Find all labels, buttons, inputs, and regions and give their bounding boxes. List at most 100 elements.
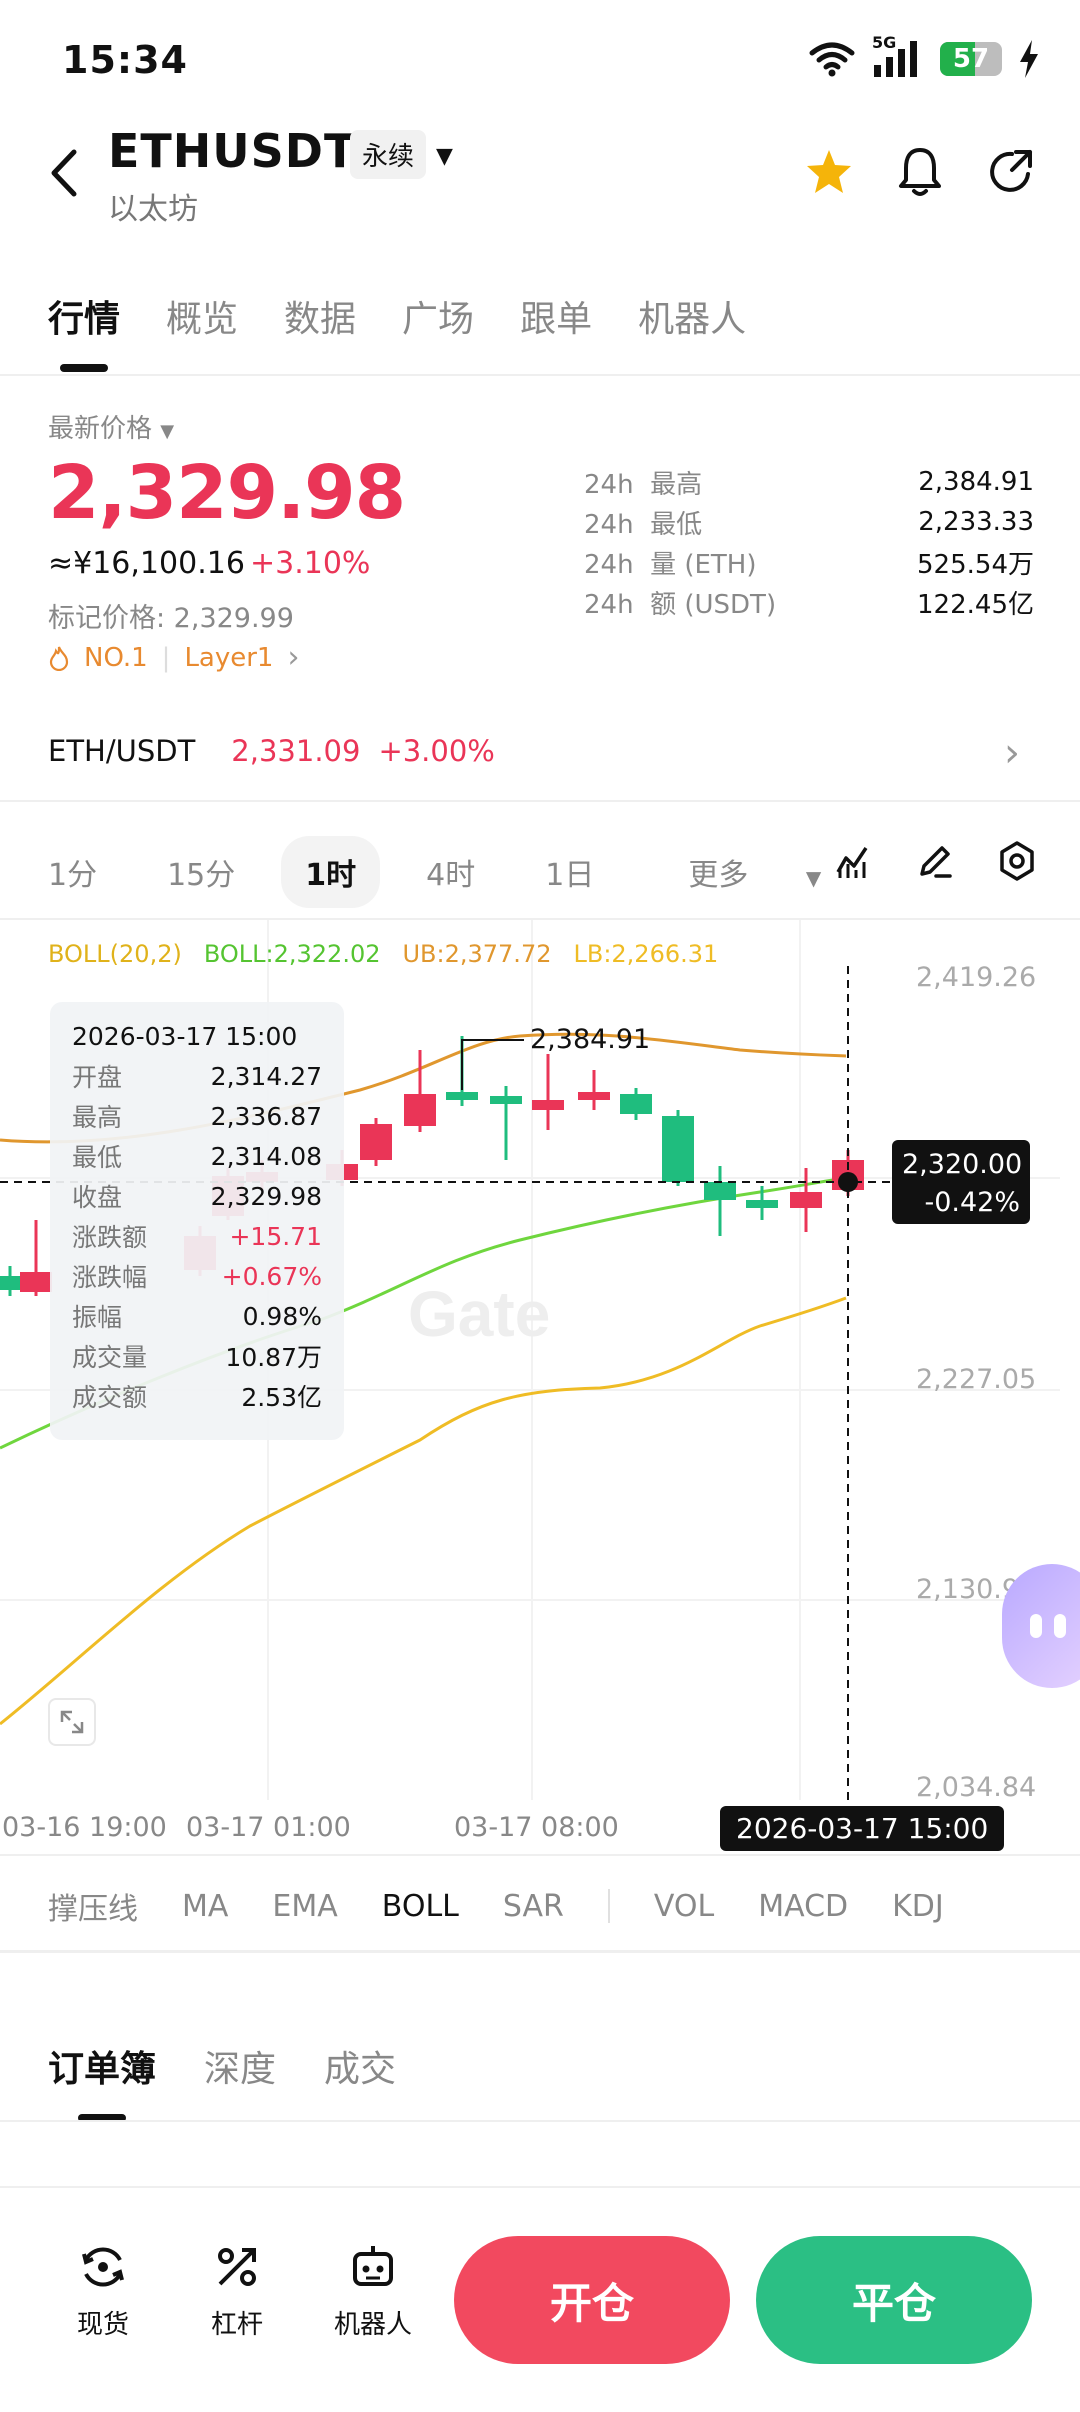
divider: [0, 800, 1080, 802]
x-tick: 03-17 08:00: [454, 1812, 619, 1843]
indicator-boll[interactable]: BOLL: [382, 1889, 459, 1924]
indicator-sar[interactable]: SAR: [503, 1889, 564, 1924]
tooltip-label: 收盘: [72, 1183, 123, 1212]
stat-label: 量 (ETH): [650, 549, 757, 580]
tooltip-row: 成交量 10.87万: [72, 1336, 322, 1376]
tooltip-label: 开盘: [72, 1063, 123, 1092]
tooltip-row: 开盘 2,314.27: [72, 1056, 322, 1096]
candle-body: [578, 1092, 610, 1100]
bot-eye: [1054, 1614, 1066, 1638]
stat-high: 24h 最高 2,384.91: [584, 462, 1034, 502]
tab-overview[interactable]: 概览: [166, 290, 238, 342]
settings-icon[interactable]: [996, 840, 1038, 882]
interval-15m[interactable]: 15分: [143, 836, 259, 908]
stat-label: 最低: [650, 509, 703, 540]
bot-eye: [1030, 1614, 1042, 1638]
close-position-button[interactable]: 平仓: [756, 2236, 1032, 2364]
nav-leverage[interactable]: 杠杆: [182, 2240, 292, 2341]
candle-body: [704, 1182, 736, 1200]
tab-copy-trade[interactable]: 跟单: [520, 290, 592, 342]
tab-bot[interactable]: 机器人: [638, 290, 746, 342]
status-time: 15:34: [62, 38, 188, 82]
y-tick: 2,227.05: [916, 1364, 1037, 1395]
candle-body: [360, 1124, 392, 1160]
tooltip-value: 2,314.27: [210, 1061, 322, 1091]
interval-4h[interactable]: 4时: [402, 836, 499, 908]
back-arrow-icon[interactable]: [46, 148, 86, 198]
stat-label: 最高: [650, 469, 703, 500]
orderbook-tabs: 订单簿 深度 成交: [48, 2040, 396, 2092]
interval-1h[interactable]: 1时: [281, 836, 381, 908]
nav-label: 现货: [76, 2310, 129, 2340]
indicator-kdj[interactable]: KDJ: [892, 1889, 944, 1924]
tab-square[interactable]: 广场: [402, 290, 474, 342]
interval-1m[interactable]: 1分: [24, 836, 121, 908]
tooltip-row: 振幅 0.98%: [72, 1296, 322, 1336]
indicator-vol[interactable]: VOL: [654, 1889, 714, 1924]
indicator-ma[interactable]: MA: [182, 1889, 228, 1924]
chevron-down-icon[interactable]: ▼: [436, 144, 453, 169]
status-icons: 5G 57: [808, 33, 1040, 82]
stat-turnover: 24h 额 (USDT) 122.45亿: [584, 582, 1034, 622]
stat-prefix: 24h: [584, 549, 634, 580]
change-percent: +3.10%: [250, 546, 371, 581]
tag-row[interactable]: NO.1 | Layer1 ›: [48, 640, 299, 675]
assistant-bot-button[interactable]: [1002, 1564, 1080, 1688]
tooltip-row: 收盘 2,329.98: [72, 1176, 322, 1216]
chevron-right-icon[interactable]: ›: [1004, 730, 1020, 776]
bell-icon[interactable]: [896, 146, 944, 198]
interval-1d[interactable]: 1日: [521, 836, 618, 908]
expand-chart-button[interactable]: [48, 1698, 96, 1746]
tab-data[interactable]: 数据: [284, 290, 356, 342]
divider: [0, 2120, 1080, 2122]
candle-tooltip: 2026-03-17 15:00 开盘 2,314.27 最高 2,336.87 最…: [50, 1002, 344, 1440]
candle-body: [490, 1096, 522, 1104]
stat-low: 24h 最低 2,233.33: [584, 502, 1034, 542]
indicator-macd[interactable]: MACD: [758, 1889, 848, 1924]
indicator-ema[interactable]: EMA: [272, 1889, 337, 1924]
x-tick: 03-17 01:00: [186, 1812, 351, 1843]
contract-type-badge[interactable]: 永续: [350, 130, 427, 179]
tooltip-label: 最低: [72, 1143, 123, 1172]
candle-body: [620, 1094, 652, 1114]
nav-spot[interactable]: 现货: [48, 2240, 158, 2341]
robot-icon: [353, 2246, 393, 2286]
draw-pencil-icon[interactable]: [916, 842, 954, 880]
tooltip-row: 最低 2,314.08: [72, 1136, 322, 1176]
stat-label: 额 (USDT): [650, 589, 777, 620]
tag-separator: |: [161, 642, 171, 673]
nav-robot[interactable]: 机器人: [318, 2240, 428, 2341]
interval-more-label: 更多: [688, 858, 749, 893]
tab-trades[interactable]: 成交: [324, 2040, 396, 2092]
indicator-chart-icon[interactable]: [834, 842, 872, 880]
spot-pair-row[interactable]: ETH/USDT 2,331.09 +3.00%: [48, 734, 495, 768]
tooltip-value: 2,314.08: [210, 1141, 322, 1171]
star-icon[interactable]: [804, 148, 854, 196]
watermark-logo: Gate: [408, 1278, 550, 1350]
tooltip-value: 10.87万: [225, 1343, 322, 1372]
y-tick: 2,034.84: [916, 1772, 1037, 1803]
open-position-button[interactable]: 开仓: [454, 2236, 730, 2364]
share-icon[interactable]: [988, 148, 1036, 196]
boll-lb: LB:2,266.31: [573, 940, 719, 968]
spot-change: +3.00%: [378, 734, 495, 768]
crosshair-change: -0.42%: [924, 1187, 1020, 1218]
spot-price: 2,331.09: [231, 734, 361, 768]
divider: [0, 374, 1080, 376]
candle-body: [532, 1100, 564, 1110]
stat-prefix: 24h: [584, 589, 634, 620]
expand-icon: [60, 1710, 84, 1734]
chevron-right-icon: ›: [287, 640, 300, 675]
tab-orderbook[interactable]: 订单簿: [48, 2040, 156, 2092]
tab-market[interactable]: 行情: [48, 290, 120, 342]
spot-icon: [82, 2247, 124, 2287]
tab-depth[interactable]: 深度: [204, 2040, 276, 2092]
candle-body: [746, 1200, 778, 1208]
latest-price-label[interactable]: 最新价格 ▼: [48, 408, 174, 445]
divider: [0, 1854, 1080, 1856]
tooltip-label: 最高: [72, 1103, 123, 1132]
symbol-title[interactable]: ETHUSDT: [108, 124, 356, 178]
indicator-support[interactable]: 撑压线: [48, 1884, 138, 1928]
tooltip-row: 最高 2,336.87: [72, 1096, 322, 1136]
tooltip-time-text: 2026-03-17 15:00: [72, 1021, 298, 1051]
